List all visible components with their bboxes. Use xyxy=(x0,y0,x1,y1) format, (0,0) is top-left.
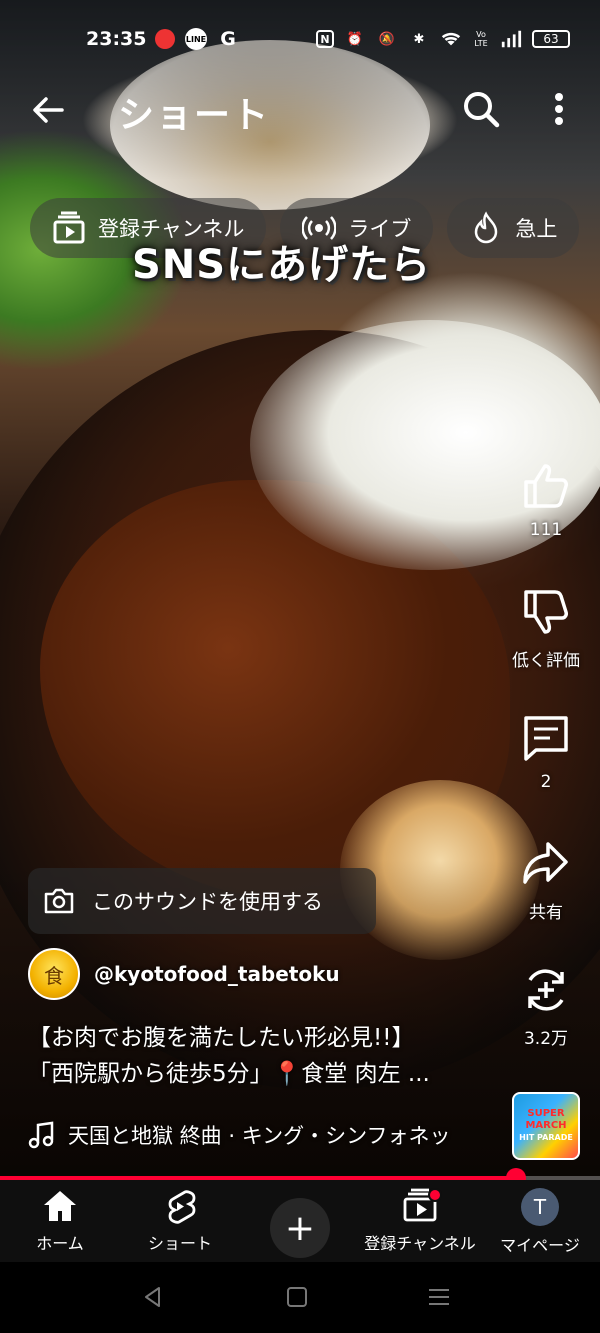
nav-mypage[interactable]: T マイページ xyxy=(480,1180,600,1262)
share-label: 共有 xyxy=(529,903,563,923)
back-arrow-icon[interactable] xyxy=(28,90,68,130)
search-icon[interactable] xyxy=(460,88,502,130)
nav-subscriptions-label: 登録チャンネル xyxy=(364,1234,476,1253)
share-button[interactable]: 共有 xyxy=(506,838,586,923)
album-art-line-3: HIT PARADE xyxy=(519,1133,573,1142)
home-icon xyxy=(44,1191,76,1221)
status-bar: 23:35 LINE G N ⏰ 🔕 ✱ Vo LTE 63 xyxy=(0,24,600,58)
profile-avatar: T xyxy=(521,1188,559,1226)
dislike-button[interactable]: 低く評価 xyxy=(506,586,586,671)
camera-icon xyxy=(44,888,74,914)
page-title: ショート xyxy=(118,95,271,136)
description-line-2: 「西院駅から徒歩5分」📍食堂 肉左 ... xyxy=(28,1061,430,1087)
remix-count: 3.2万 xyxy=(523,1029,569,1049)
nav-shorts-label: ショート xyxy=(147,1234,212,1253)
music-track[interactable]: 天国と地獄 終曲 · キング・シンフォネッ xyxy=(28,1120,450,1150)
nfc-icon: N xyxy=(316,30,334,48)
comment-count: 2 xyxy=(540,772,552,792)
trending-icon xyxy=(475,211,498,244)
nav-home[interactable]: ホーム xyxy=(0,1180,120,1262)
new-content-badge xyxy=(428,1188,442,1202)
thumbs-up-icon xyxy=(524,464,568,508)
avatar-badge-icon xyxy=(155,29,175,49)
thumbs-down-icon xyxy=(524,590,568,634)
app-header: ショート xyxy=(0,80,600,140)
status-time: 23:35 xyxy=(86,28,147,50)
remix-icon xyxy=(528,969,564,1011)
use-sound-label: このサウンドを使用する xyxy=(92,890,323,914)
volte-icon: Vo LTE xyxy=(474,30,488,48)
status-left-icons: LINE G xyxy=(155,28,239,50)
channel-avatar[interactable]: 食 xyxy=(28,948,80,1000)
channel-info[interactable]: 食 @kyotofood_tabetoku xyxy=(28,948,340,1000)
album-art-line-1: SUPER xyxy=(527,1108,565,1119)
system-recents-icon[interactable] xyxy=(426,1284,452,1310)
bluetooth-icon: ✱ xyxy=(413,31,425,47)
line-icon: LINE xyxy=(185,28,207,50)
comments-button[interactable]: 2 xyxy=(506,712,586,792)
google-icon: G xyxy=(220,28,236,50)
nav-home-label: ホーム xyxy=(36,1234,84,1253)
dislike-label: 低く評価 xyxy=(512,651,580,671)
comment-icon xyxy=(524,716,568,761)
subscriptions-icon xyxy=(53,211,85,244)
alarm-icon: ⏰ xyxy=(346,31,364,47)
like-button[interactable]: 111 xyxy=(506,460,586,540)
avatar-text: 食 xyxy=(44,963,64,988)
wifi-icon xyxy=(441,32,461,46)
video-caption-text: SNSにあげたら xyxy=(132,242,432,288)
system-home-icon[interactable] xyxy=(284,1284,310,1310)
nav-shorts[interactable]: ショート xyxy=(120,1180,240,1262)
remix-button[interactable]: 3.2万 xyxy=(506,964,586,1049)
chip-trending[interactable]: 急上 xyxy=(447,198,580,258)
nav-create[interactable]: + xyxy=(240,1180,360,1262)
battery-icon: 63 xyxy=(532,30,570,48)
like-count: 111 xyxy=(529,520,563,540)
more-vert-icon[interactable] xyxy=(546,88,572,130)
description-line-1: 【お肉でお腹を満たしたい形必見!!】 xyxy=(28,1025,415,1051)
chip-label: 急上 xyxy=(515,217,558,241)
status-right-icons: N ⏰ 🔕 ✱ Vo LTE 63 xyxy=(316,28,570,50)
create-plus-icon: + xyxy=(270,1198,330,1258)
music-track-label: 天国と地獄 終曲 · キング・シンフォネッ xyxy=(68,1124,451,1148)
use-sound-button[interactable]: このサウンドを使用する xyxy=(28,868,376,934)
bottom-navigation: ホーム ショート + 登録チャンネル T マイページ xyxy=(0,1180,600,1262)
shorts-icon xyxy=(168,1190,196,1224)
album-art[interactable]: SUPER MARCH HIT PARADE xyxy=(512,1092,580,1160)
mute-icon: 🔕 xyxy=(378,31,396,47)
system-navigation xyxy=(0,1262,600,1333)
channel-handle[interactable]: @kyotofood_tabetoku xyxy=(94,962,340,986)
video-description[interactable]: 【お肉でお腹を満たしたい形必見!!】 「西院駅から徒歩5分」📍食堂 肉左 ... xyxy=(28,1020,498,1092)
signal-icon xyxy=(501,30,522,48)
album-art-line-2: MARCH xyxy=(525,1120,567,1131)
system-back-icon[interactable] xyxy=(140,1284,166,1310)
share-icon xyxy=(523,842,568,884)
nav-mypage-label: マイページ xyxy=(500,1236,580,1255)
music-note-icon xyxy=(28,1121,54,1149)
nav-subscriptions[interactable]: 登録チャンネル xyxy=(360,1180,480,1262)
